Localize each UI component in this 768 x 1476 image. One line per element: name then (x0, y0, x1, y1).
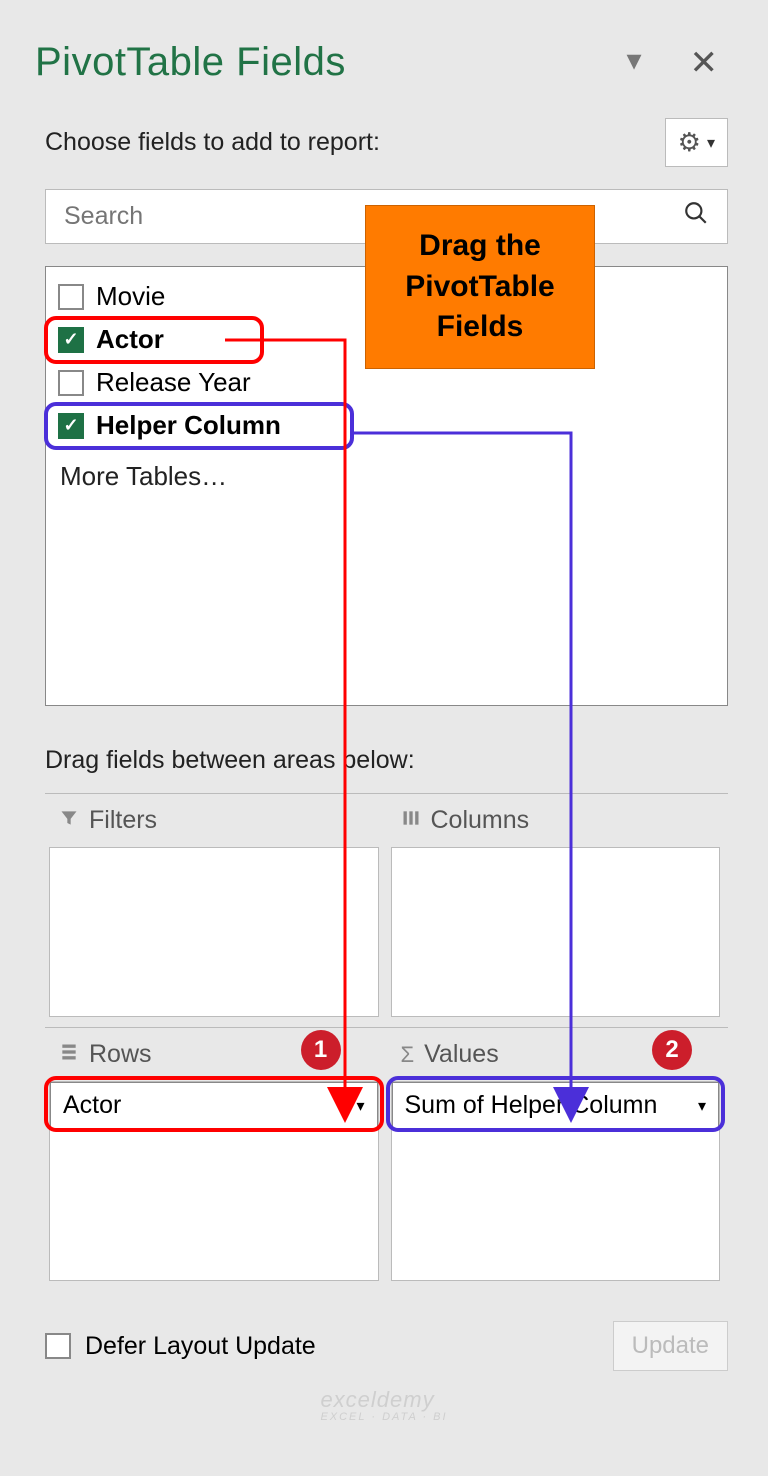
checkbox-icon[interactable] (45, 1333, 71, 1359)
area-columns: Columns (387, 793, 729, 1027)
rows-icon (59, 1042, 79, 1068)
more-tables-link[interactable]: More Tables… (50, 447, 723, 506)
close-icon[interactable]: ✕ (690, 43, 719, 83)
collapse-icon[interactable]: ▾ (626, 43, 641, 83)
rows-chip-actor[interactable]: Actor ▾ (50, 1082, 378, 1129)
annotation-badge-2: 2 (652, 1030, 692, 1070)
defer-layout-checkbox[interactable]: Defer Layout Update (45, 1332, 316, 1361)
field-item-helper-column[interactable]: ✓ Helper Column (50, 404, 723, 447)
areas-grid: Filters Columns 1 Rows (45, 793, 728, 1291)
annotation-badge-1: 1 (301, 1030, 341, 1070)
columns-dropzone[interactable] (391, 847, 721, 1017)
title-actions: ▾ ✕ (626, 43, 718, 83)
title-row: PivotTable Fields ▾ ✕ (15, 15, 753, 110)
values-chip-helper-column[interactable]: Sum of Helper Column ▾ (392, 1082, 720, 1129)
chip-label: Sum of Helper Column (405, 1091, 658, 1120)
area-header: Filters (45, 794, 387, 847)
field-label: Release Year (96, 367, 251, 398)
checkbox-checked-icon[interactable]: ✓ (58, 413, 84, 439)
area-filters: Filters (45, 793, 387, 1027)
checkbox-checked-icon[interactable]: ✓ (58, 327, 84, 353)
area-label: Columns (431, 806, 530, 835)
area-label: Filters (89, 806, 157, 835)
search-icon (683, 200, 709, 233)
chevron-down-icon: ▾ (698, 1096, 706, 1116)
defer-label: Defer Layout Update (85, 1332, 316, 1361)
filters-dropzone[interactable] (49, 847, 379, 1017)
checkbox-icon[interactable] (58, 370, 84, 396)
watermark: exceldemy EXCEL · DATA · BI (320, 1387, 447, 1423)
subtitle-row: Choose fields to add to report: ⚙ ▾ (15, 118, 753, 167)
field-label: Actor (96, 324, 164, 355)
annotation-callout: Drag the PivotTable Fields (365, 205, 595, 369)
area-label: Values (424, 1040, 499, 1069)
field-label: Movie (96, 281, 165, 312)
gear-icon: ⚙ (678, 127, 701, 158)
area-rows: 1 Rows Actor ▾ (45, 1027, 387, 1291)
area-header: Columns (387, 794, 729, 847)
subtitle: Choose fields to add to report: (45, 128, 380, 157)
chip-label: Actor (63, 1091, 121, 1120)
columns-icon (401, 808, 421, 834)
update-button[interactable]: Update (613, 1321, 728, 1371)
areas-label: Drag fields between areas below: (45, 746, 753, 775)
footer-row: Defer Layout Update Update (15, 1291, 753, 1371)
settings-button[interactable]: ⚙ ▾ (665, 118, 728, 167)
rows-dropzone[interactable]: Actor ▾ (49, 1081, 379, 1281)
chevron-down-icon: ▾ (356, 1096, 364, 1116)
sigma-icon: Σ (401, 1042, 415, 1068)
values-dropzone[interactable]: Sum of Helper Column ▾ (391, 1081, 721, 1281)
field-label: Helper Column (96, 410, 281, 441)
pivottable-fields-pane: PivotTable Fields ▾ ✕ Choose fields to a… (15, 15, 753, 1461)
checkbox-icon[interactable] (58, 284, 84, 310)
pane-title: PivotTable Fields (35, 40, 346, 85)
area-label: Rows (89, 1040, 152, 1069)
filter-icon (59, 808, 79, 834)
chevron-down-icon: ▾ (707, 133, 715, 153)
area-values: 2 Σ Values Sum of Helper Column ▾ (387, 1027, 729, 1291)
